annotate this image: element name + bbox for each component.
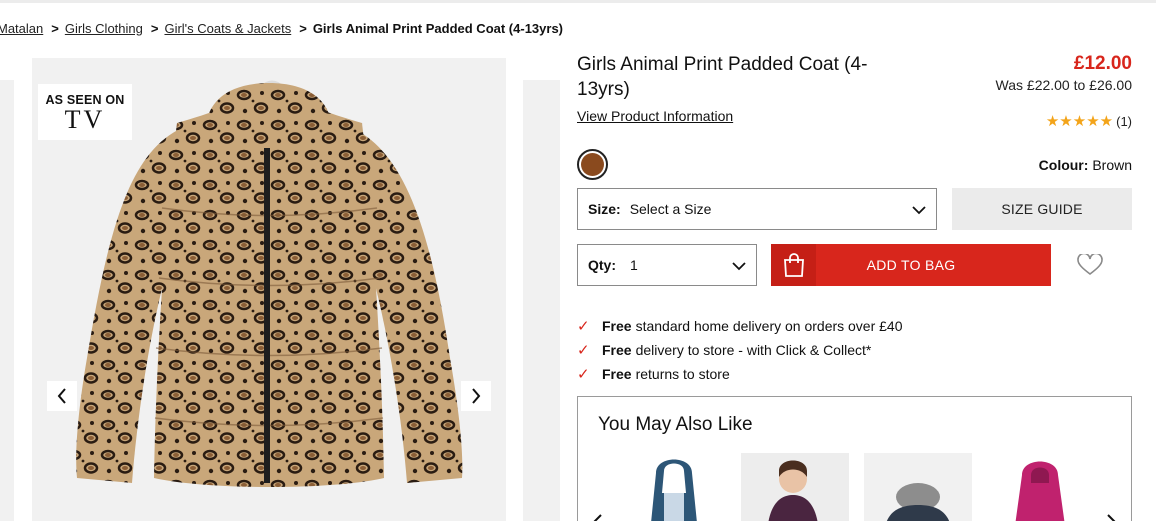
colour-value: Brown	[1092, 157, 1132, 173]
size-value: Select a Size	[629, 201, 712, 217]
breadcrumb-separator: >	[299, 20, 307, 36]
breadcrumb-home[interactable]: Matalan	[0, 21, 43, 36]
delivery-item-text: delivery to store - with Click & Collect…	[635, 342, 872, 358]
next-image-peek[interactable]	[523, 80, 560, 521]
delivery-item-text: standard home delivery on orders over £4…	[635, 318, 903, 334]
product-gallery: AS SEEN ON TV	[0, 58, 560, 521]
breadcrumb-current: Girls Animal Print Padded Coat (4-13yrs)	[312, 20, 564, 36]
delivery-item-bold: Free	[602, 342, 632, 358]
product-price: £12.00	[1073, 53, 1132, 74]
check-icon: ✓	[577, 318, 590, 335]
delivery-item-bold: Free	[602, 318, 632, 334]
delivery-benefits: ✓ Free standard home delivery on orders …	[577, 314, 903, 386]
check-icon: ✓	[577, 366, 590, 383]
check-icon: ✓	[577, 342, 590, 359]
colour-label: Colour:	[1038, 157, 1089, 173]
product-thumbnail-image	[986, 453, 1094, 521]
delivery-item-bold: Free	[602, 366, 632, 382]
product-rating[interactable]: ★★★★★ (1)	[1046, 112, 1132, 130]
recommended-product-thumb[interactable]	[864, 453, 972, 521]
rating-count: (1)	[1116, 113, 1132, 129]
previous-image-peek[interactable]	[0, 80, 14, 521]
recommended-product-thumb[interactable]	[620, 453, 728, 521]
chevron-right-icon	[472, 388, 481, 404]
colour-indicator: Colour: Brown	[1039, 157, 1132, 173]
recommendations-heading: You May Also Like	[598, 414, 753, 435]
gallery-prev-button[interactable]	[47, 381, 77, 411]
heart-icon[interactable]	[1077, 254, 1103, 276]
breadcrumb: Matalan > Girls Clothing > Girl's Coats …	[0, 19, 563, 37]
badge-line-2: TV	[64, 105, 106, 134]
breadcrumb-girls-clothing[interactable]: Girls Clothing	[65, 21, 143, 36]
delivery-item: ✓ Free delivery to store - with Click & …	[577, 338, 903, 362]
quantity-select[interactable]: Qty: 1	[577, 244, 757, 286]
chevron-right-icon[interactable]	[1103, 513, 1119, 521]
colour-swatch-brown[interactable]	[577, 149, 608, 180]
recommended-product-thumb[interactable]	[741, 453, 849, 521]
size-select[interactable]: Size: Select a Size	[577, 188, 937, 230]
add-to-bag-button[interactable]: ADD TO BAG	[771, 244, 1051, 286]
view-product-info-link[interactable]: View Product Information	[577, 108, 733, 124]
qty-value: 1	[630, 257, 638, 273]
as-seen-on-tv-badge: AS SEEN ON TV	[38, 84, 132, 140]
chevron-down-icon	[732, 262, 746, 271]
breadcrumb-coats-jackets[interactable]: Girl's Coats & Jackets	[164, 21, 291, 36]
was-price: Was £22.00 to £26.00	[995, 77, 1132, 93]
you-may-also-like: You May Also Like	[577, 396, 1132, 521]
bag-icon-box	[771, 244, 816, 286]
breadcrumb-separator: >	[51, 20, 59, 36]
delivery-item-text: returns to store	[635, 366, 730, 382]
swatch-dot	[581, 153, 604, 176]
shopping-bag-icon	[783, 253, 804, 277]
product-thumbnail-image	[620, 453, 728, 521]
star-rating-icon: ★★★★★	[1045, 113, 1114, 130]
product-main-image[interactable]: AS SEEN ON TV	[32, 58, 506, 521]
header-divider	[0, 0, 1156, 3]
breadcrumb-separator: >	[150, 20, 159, 36]
chevron-left-icon	[57, 388, 66, 404]
size-label: Size:	[588, 201, 621, 217]
gallery-next-button[interactable]	[461, 381, 491, 411]
qty-label: Qty:	[588, 257, 616, 273]
chevron-down-icon	[912, 206, 926, 215]
recommended-product-thumb[interactable]	[986, 453, 1094, 521]
product-thumbnail-image	[741, 453, 849, 521]
product-thumbnail-image	[864, 453, 972, 521]
add-to-bag-label: ADD TO BAG	[866, 257, 956, 273]
delivery-item: ✓ Free standard home delivery on orders …	[577, 314, 903, 338]
product-title: Girls Animal Print Padded Coat (4-13yrs)	[577, 54, 868, 100]
size-guide-button[interactable]: SIZE GUIDE	[952, 188, 1132, 230]
delivery-item: ✓ Free returns to store	[577, 362, 903, 386]
chevron-left-icon[interactable]	[590, 513, 606, 521]
